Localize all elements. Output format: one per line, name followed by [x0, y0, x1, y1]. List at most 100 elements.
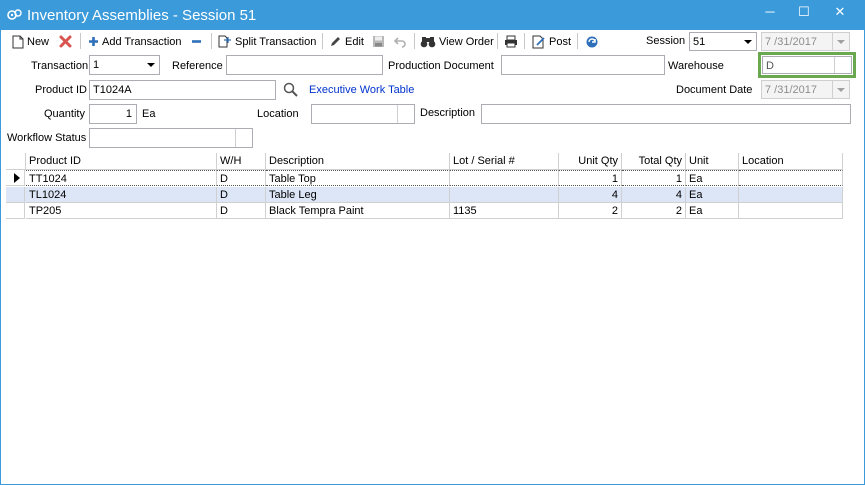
post-button[interactable]: Post — [532, 33, 571, 50]
cell-lot-serial[interactable] — [450, 170, 559, 186]
save-disk-icon — [373, 36, 384, 47]
edit-button[interactable]: Edit — [329, 33, 364, 50]
grid-header-lot-serial[interactable]: Lot / Serial # — [450, 153, 559, 170]
cell-lot-serial[interactable] — [450, 187, 559, 203]
cell-location[interactable] — [739, 170, 843, 186]
workflow-status-field[interactable] — [89, 128, 253, 148]
form-area: New Add Transaction Split Transaction Ed… — [1, 30, 864, 484]
grid-header-unit-qty[interactable]: Unit Qty — [559, 153, 622, 170]
warehouse-label: Warehouse — [668, 60, 724, 72]
cell-wh[interactable]: D — [217, 170, 266, 186]
cell-product-id[interactable]: TL1024 — [26, 187, 217, 203]
cell-total-qty[interactable]: 1 — [622, 170, 686, 186]
cell-description[interactable]: Table Leg — [266, 187, 450, 203]
table-row[interactable]: TT1024 D Table Top 1 1 Ea — [6, 170, 843, 186]
cell-unit[interactable]: Ea — [686, 170, 739, 186]
toolbar-separator — [80, 33, 81, 49]
binoculars-icon — [420, 36, 436, 47]
table-row[interactable]: TL1024 D Table Leg 4 4 Ea — [6, 187, 843, 203]
toolbar-separator — [211, 33, 212, 49]
search-icon[interactable] — [283, 82, 298, 97]
cell-total-qty[interactable]: 4 — [622, 187, 686, 203]
transaction-dropdown-button[interactable] — [142, 56, 159, 74]
chevron-down-icon — [837, 40, 845, 44]
cell-lot-serial[interactable]: 1135 — [450, 203, 559, 219]
delete-x-icon — [59, 35, 72, 48]
quantity-field[interactable]: 1 — [89, 104, 137, 124]
cell-unit-qty[interactable]: 4 — [559, 187, 622, 203]
print-button[interactable] — [504, 33, 518, 50]
printer-icon — [505, 35, 517, 48]
split-transaction-button[interactable]: Split Transaction — [218, 33, 316, 50]
grid-header-description[interactable]: Description — [266, 153, 450, 170]
cell-unit[interactable]: Ea — [686, 203, 739, 219]
add-transaction-label: Add Transaction — [102, 35, 182, 48]
close-button[interactable]: ✕ — [822, 0, 858, 26]
table-row[interactable]: TP205 D Black Tempra Paint 1135 2 2 Ea — [6, 203, 843, 219]
product-id-field[interactable]: T1024A — [89, 80, 276, 100]
cell-unit-qty[interactable]: 2 — [559, 203, 622, 219]
row-indicator — [6, 203, 25, 219]
product-name-link[interactable]: Executive Work Table — [309, 84, 414, 96]
add-transaction-button[interactable]: Add Transaction — [88, 33, 182, 50]
document-date-dropdown-button — [832, 81, 849, 98]
grid-header-location[interactable]: Location — [739, 153, 843, 170]
location-label: Location — [257, 108, 299, 120]
transaction-label: Transaction — [31, 60, 89, 72]
new-button[interactable]: New — [12, 33, 49, 50]
cell-description[interactable]: Table Top — [266, 170, 450, 186]
undo-button[interactable] — [394, 33, 407, 50]
refresh-icon — [586, 36, 598, 47]
chevron-down-icon — [743, 40, 752, 44]
workflow-status-dropdown-button[interactable] — [235, 129, 252, 147]
grid-header-unit[interactable]: Unit — [686, 153, 739, 170]
document-date-value: 7 /31/2017 — [765, 84, 817, 96]
view-order-button[interactable]: View Order — [420, 33, 494, 50]
grid-header-total-qty[interactable]: Total Qty — [622, 153, 686, 170]
pencil-icon — [331, 37, 340, 46]
app-window: Inventory Assemblies - Session 51 ─ ☐ ✕ … — [0, 0, 865, 485]
cell-location[interactable] — [739, 187, 843, 203]
location-field[interactable] — [311, 104, 415, 124]
cell-description[interactable]: Black Tempra Paint — [266, 203, 450, 219]
session-label: Session — [646, 35, 686, 47]
session-select[interactable]: 51 — [689, 32, 757, 51]
new-label: New — [27, 35, 50, 48]
cell-wh[interactable]: D — [217, 187, 266, 203]
warehouse-dropdown-button[interactable] — [834, 57, 851, 73]
toolbar-separator — [414, 33, 415, 49]
grid-header-product-id[interactable]: Product ID — [26, 153, 217, 170]
session-date-field: 7 /31/2017 — [761, 32, 850, 51]
cell-location[interactable] — [739, 203, 843, 219]
production-document-field[interactable] — [501, 55, 665, 75]
cell-wh[interactable]: D — [217, 203, 266, 219]
description-field[interactable] — [481, 104, 851, 124]
cell-unit[interactable]: Ea — [686, 187, 739, 203]
cell-product-id[interactable]: TP205 — [26, 203, 217, 219]
title-bar[interactable]: Inventory Assemblies - Session 51 ─ ☐ ✕ — [0, 0, 865, 30]
assembly-app-icon — [7, 9, 22, 20]
document-date-field: 7 /31/2017 — [761, 80, 850, 99]
product-id-value: T1024A — [93, 84, 132, 96]
warehouse-value: D — [766, 60, 774, 72]
grid-header-wh[interactable]: W/H — [217, 153, 266, 170]
cell-total-qty[interactable]: 2 — [622, 203, 686, 219]
edit-label: Edit — [345, 35, 364, 48]
cell-product-id[interactable]: TT1024 — [26, 170, 217, 186]
delete-button[interactable] — [59, 33, 72, 50]
refresh-button[interactable] — [585, 33, 599, 50]
maximize-button[interactable]: ☐ — [786, 0, 822, 26]
minimize-button[interactable]: ─ — [752, 0, 788, 26]
transaction-select[interactable]: 1 — [89, 55, 160, 75]
session-dropdown-button[interactable] — [739, 33, 756, 50]
cell-unit-qty[interactable]: 1 — [559, 170, 622, 186]
plus-icon — [89, 37, 98, 46]
chevron-down-icon — [146, 63, 155, 67]
toolbar-separator — [524, 33, 525, 49]
location-dropdown-button[interactable] — [397, 105, 414, 123]
warehouse-field[interactable]: D — [762, 56, 852, 74]
save-button[interactable] — [372, 33, 385, 50]
reference-field[interactable] — [226, 55, 383, 75]
document-date-label: Document Date — [676, 84, 753, 96]
remove-transaction-button[interactable] — [191, 33, 202, 50]
